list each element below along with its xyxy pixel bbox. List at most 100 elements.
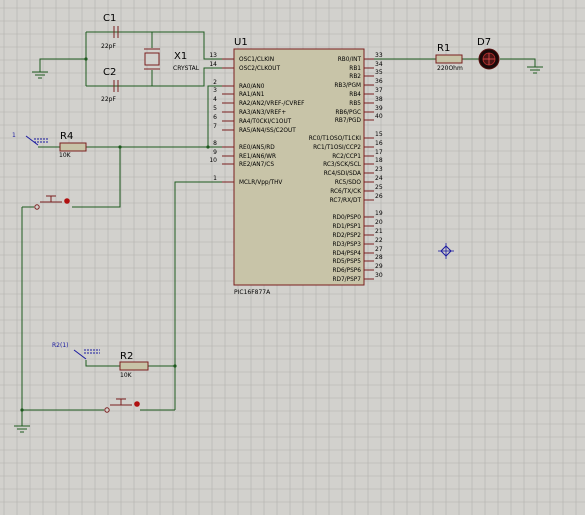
- u1-pin-number: 18: [375, 157, 383, 164]
- u1-pin-number: 5: [213, 105, 217, 112]
- u1-part: PIC16F877A: [234, 289, 271, 296]
- u1-pin-number: 35: [375, 69, 383, 76]
- r2-value: 10K: [120, 372, 133, 379]
- u1-pin-name: RC0/T1OSO/T1CKI: [309, 136, 361, 142]
- term1-label: 1: [12, 132, 16, 139]
- u1-pin-number: 8: [213, 140, 217, 147]
- u1-pin-name: RE2/AN7/CS: [239, 162, 274, 168]
- u1-pin-name: RC1/T1OSI/CCP2: [313, 145, 361, 151]
- u1-pin-name: RD6/PSP6: [333, 268, 362, 274]
- u1-pin-name: RC5/SDO: [335, 180, 362, 186]
- crystal-x1[interactable]: X1 CRYSTAL: [144, 48, 200, 72]
- u1-pin-number: 7: [213, 123, 217, 130]
- u1-pin-number: 1: [213, 175, 217, 182]
- u1-pin-number: 29: [375, 263, 383, 270]
- u1-pin-name: RA3/AN3/VREF+: [239, 110, 286, 116]
- c2-value: 22pF: [101, 96, 116, 103]
- terminal-r2[interactable]: R2(1): [52, 342, 100, 360]
- u1-pin-number: 20: [375, 219, 383, 226]
- u1-ref: U1: [234, 37, 248, 48]
- u1-pin-name: RC7/RX/DT: [330, 198, 362, 204]
- sw2-actuator: [110, 398, 132, 406]
- u1-pin-number: 10: [209, 157, 217, 164]
- r1-ref: R1: [437, 43, 450, 54]
- u1-pin-name: RC4/SDI/SDA: [324, 171, 361, 177]
- r1-body: [435, 54, 463, 64]
- r4-body: [59, 142, 87, 152]
- u1-pin-number: 19: [375, 210, 383, 217]
- u1-pin-name: OSC1/CLKIN: [239, 57, 274, 63]
- u1-pin-name: RB3/PGM: [334, 83, 361, 89]
- u1-pin-number: 21: [375, 228, 383, 235]
- ground-symbol-left: [14, 425, 30, 433]
- x1-ref: X1: [174, 51, 187, 62]
- u1-pin-number: 38: [375, 96, 383, 103]
- u1-pin-number: 22: [375, 237, 383, 244]
- u1-pin-name: RD3/PSP3: [333, 242, 362, 248]
- u1-pin-name: RA2/AN2/VREF-/CVREF: [239, 101, 304, 107]
- u1-pin-name: RB0/INT: [338, 57, 362, 63]
- u1-pin-name: RB1: [349, 66, 361, 72]
- u1-pin-number: 15: [375, 131, 383, 138]
- u1-pin-number: 9: [213, 149, 217, 156]
- push-button-1[interactable]: [34, 195, 70, 210]
- r2-body: [119, 361, 149, 371]
- u1-pin-name: RB4: [349, 92, 361, 98]
- u1-pin-name: RE0/AN5/RD: [239, 145, 275, 151]
- origin-marker[interactable]: [438, 243, 454, 259]
- u1-pin-name: RC3/SCK/SCL: [323, 162, 362, 168]
- term2-wire: [85, 360, 120, 367]
- u1-pin-name: RB7/PGD: [335, 118, 362, 124]
- u1-pin-name: RA1/AN1: [239, 92, 265, 98]
- r4-value: 10K: [59, 152, 72, 159]
- u1-pin-number: 30: [375, 272, 383, 279]
- push-button-2[interactable]: [104, 398, 140, 413]
- u1-pin-name: RD4/PSP4: [333, 251, 362, 257]
- sw1-contact-left: [34, 204, 40, 210]
- u1-pin-number: 2: [213, 79, 217, 86]
- u1-pin-number: 26: [375, 193, 383, 200]
- ground-symbol-led: [527, 66, 543, 74]
- u1-pin-number: 40: [375, 113, 383, 120]
- oscillator-section: [32, 31, 222, 87]
- u1-pin-name: RC2/CCP1: [332, 154, 361, 160]
- u1-pin-number: 37: [375, 87, 383, 94]
- u1-pin-number: 16: [375, 140, 383, 147]
- x1-body: [144, 52, 160, 66]
- sw2-contact-left: [104, 407, 110, 413]
- u1-pin-number: 25: [375, 184, 383, 191]
- u1-pin-number: 17: [375, 149, 383, 156]
- u1-pin-number: 28: [375, 254, 383, 261]
- capacitor-c2[interactable]: C2 22pF: [101, 67, 119, 103]
- u1-microcontroller[interactable]: U1 PIC16F877A 13OSC1/CLKIN14OSC2/CLKOUT2…: [209, 37, 382, 296]
- c2-ref: C2: [103, 67, 116, 78]
- u1-pin-name: RA5/AN4/SS/C2OUT: [239, 128, 296, 134]
- input-wires: [14, 57, 222, 433]
- u1-pin-name: RB2: [349, 74, 361, 80]
- u1-pin-number: 34: [375, 61, 383, 68]
- u1-pin-number: 6: [213, 114, 217, 121]
- u1-pin-number: 24: [375, 175, 383, 182]
- u1-pin-name: RD2/PSP2: [333, 233, 362, 239]
- led-d7[interactable]: D7: [477, 37, 500, 70]
- schematic-canvas[interactable]: U1 PIC16F877A 13OSC1/CLKIN14OSC2/CLKOUT2…: [0, 0, 585, 515]
- u1-pin-name: RA0/AN0: [239, 84, 265, 90]
- u1-pin-name: RA4/T0CKI/C1OUT: [239, 119, 292, 125]
- u1-pin-number: 36: [375, 78, 383, 85]
- sw1-contact-right: [64, 198, 70, 204]
- u1-pin-number: 4: [213, 96, 217, 103]
- x1-value: CRYSTAL: [173, 65, 200, 72]
- u1-pin-number: 13: [209, 52, 217, 59]
- osc-wire-gnd: [39, 58, 86, 72]
- u1-pin-name: RE1/AN6/WR: [239, 154, 276, 160]
- u1-pin-number: 39: [375, 105, 383, 112]
- c1-ref: C1: [103, 13, 116, 24]
- u1-pin-number: 23: [375, 166, 383, 173]
- u1-pin-name: RB6/PGC: [335, 110, 361, 116]
- u1-pin-name: RB5: [349, 101, 361, 107]
- u1-pin-name: RC6/TX/CK: [330, 189, 361, 195]
- r2-ref: R2: [120, 351, 133, 362]
- u1-pin-number: 3: [213, 87, 217, 94]
- sw2-contact-right: [134, 401, 140, 407]
- u1-pin-number: 27: [375, 246, 383, 253]
